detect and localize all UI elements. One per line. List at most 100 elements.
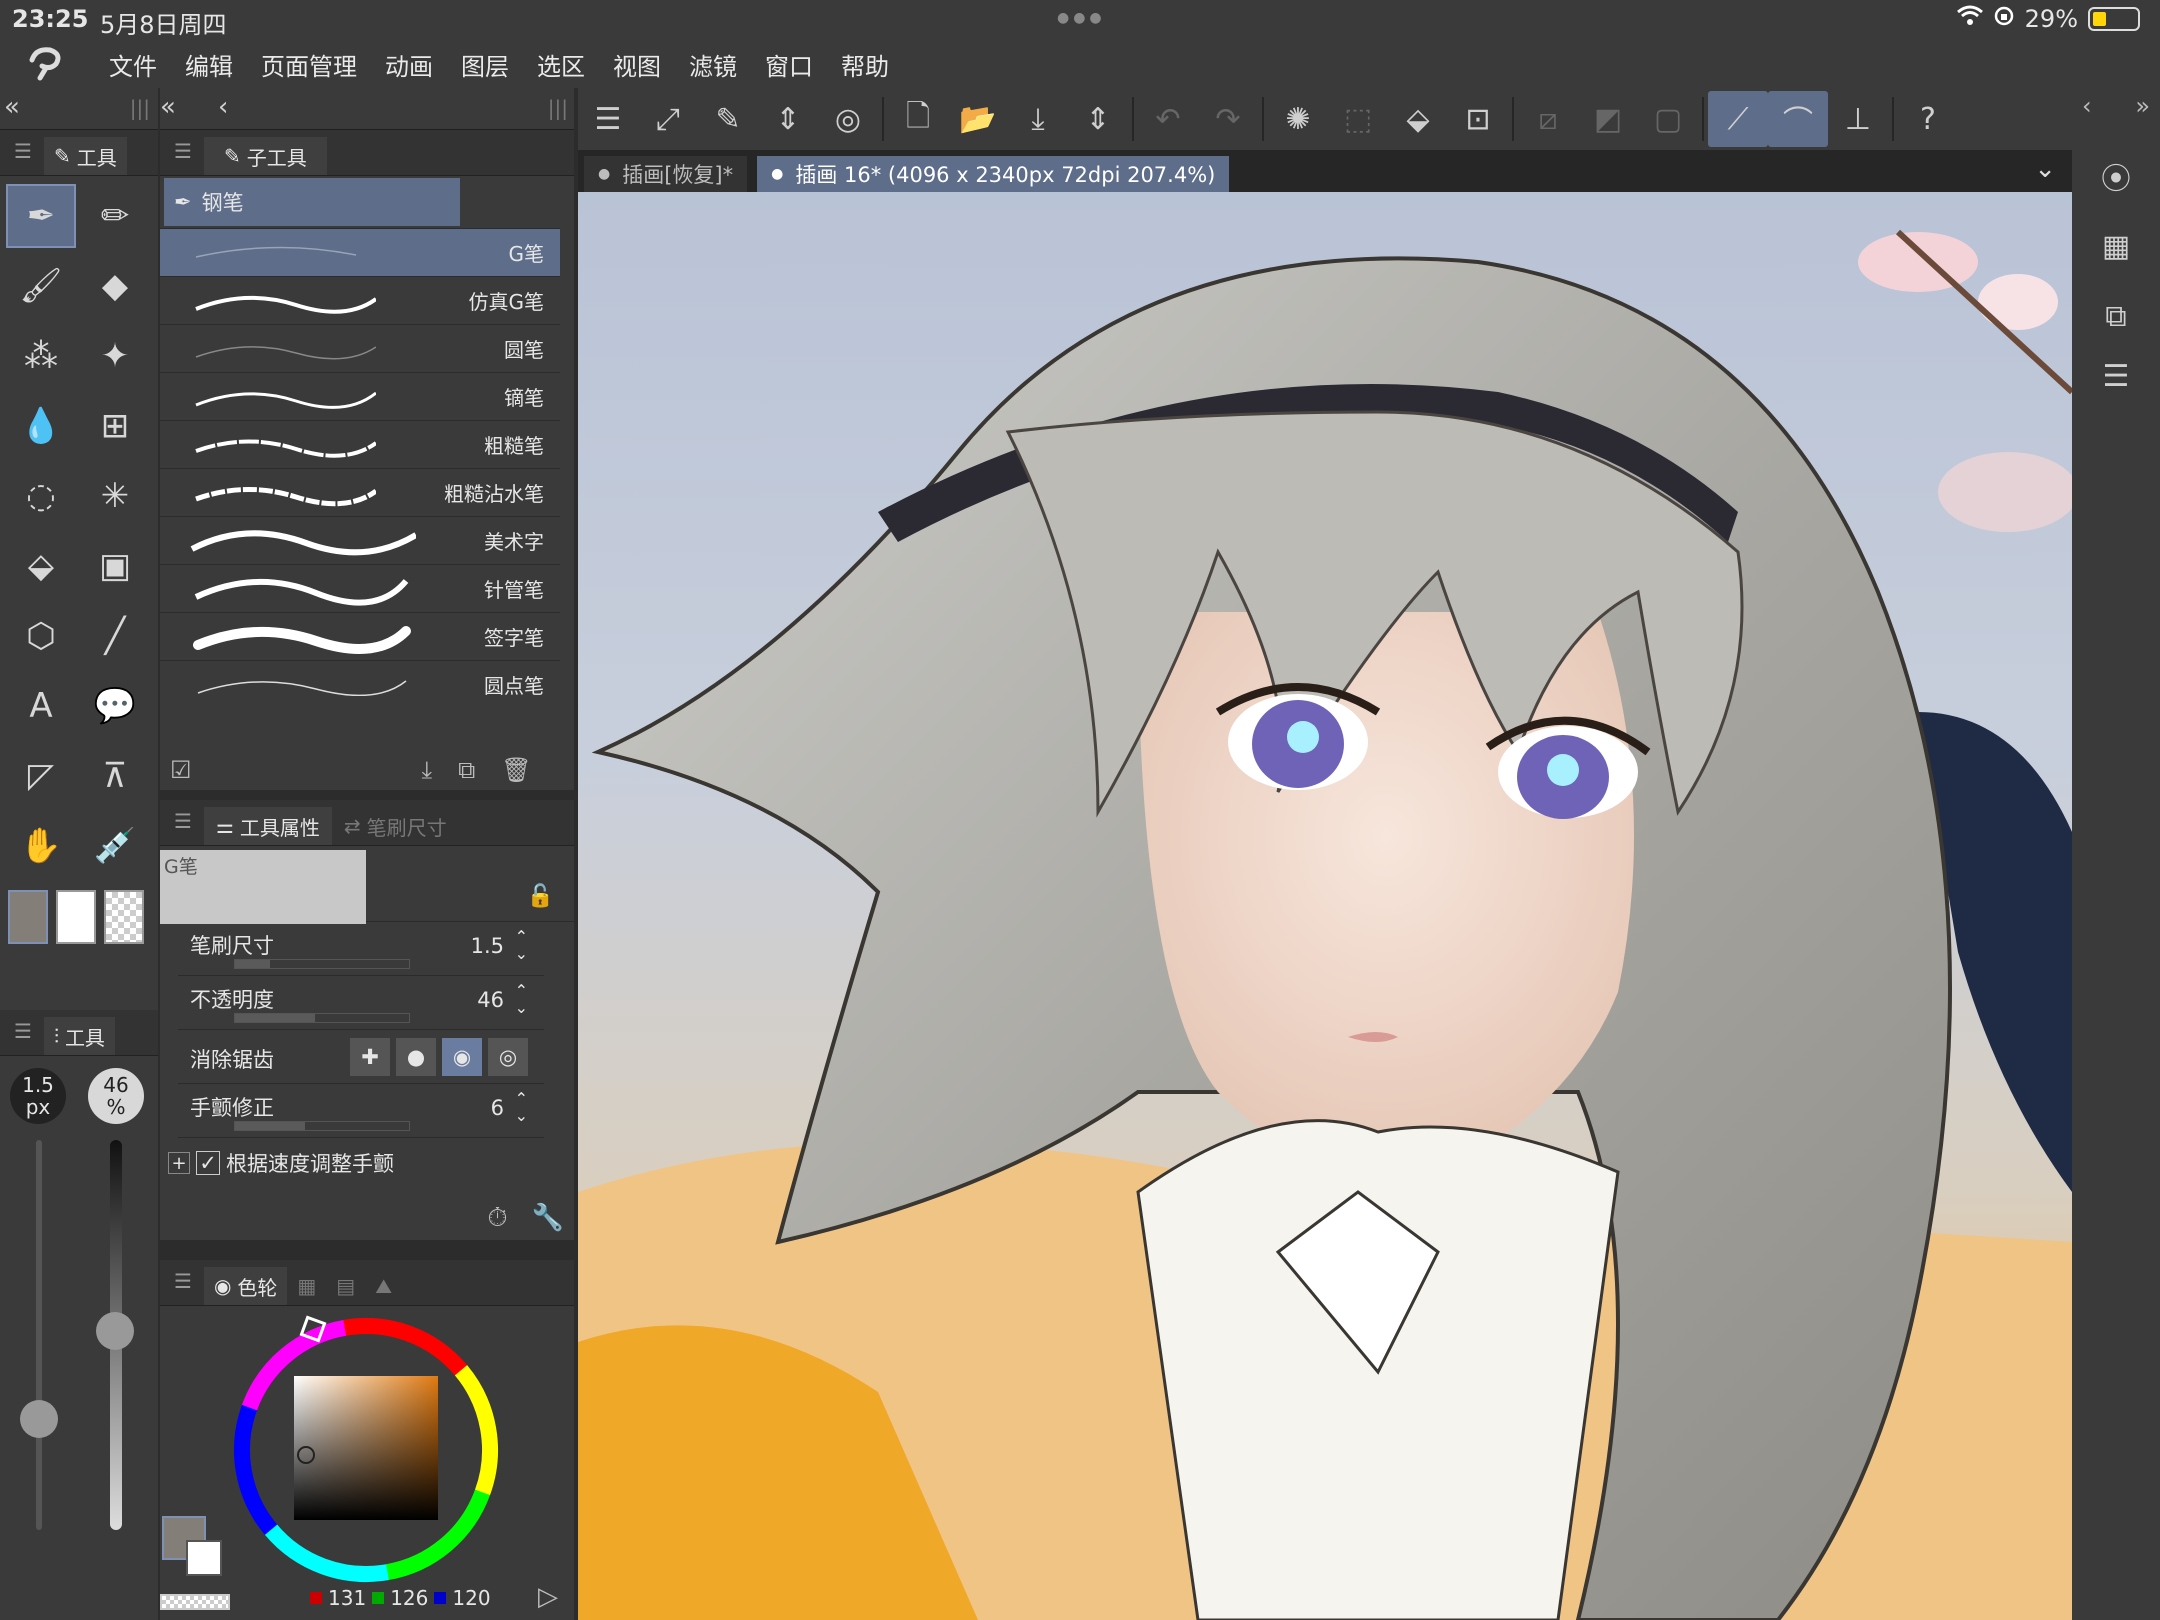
transform-icon[interactable]: ⊡ [1448,91,1508,147]
tab-document-active[interactable]: ● 插画 16* (4096 x 2340px 72dpi 207.4%) [757,156,1230,192]
tool-magic-wand[interactable]: ✳ [80,464,150,528]
app-logo-icon[interactable] [26,40,81,88]
trash-icon[interactable]: 🗑 [501,756,531,784]
tool-frame[interactable]: ◸ [6,744,76,808]
transparent-color-chip[interactable] [160,1594,230,1610]
brush-item-rough-dip-pen[interactable]: 粗糙沾水笔 [160,469,560,517]
menu-file[interactable]: 文件 [109,47,157,82]
menu-view[interactable]: 视图 [613,47,661,82]
antialias-weak-option[interactable]: ● [396,1038,436,1076]
tool-lasso[interactable]: ◌ [6,464,76,528]
swap-vertical-icon[interactable]: ⇕ [1068,91,1128,147]
brush-size-row[interactable]: 笔刷尺寸 1.5 ⌃ ⌄ [178,922,544,976]
lock-icon[interactable]: 🔓 [527,884,554,909]
tool-3d[interactable]: ⊞ [80,394,150,458]
undo-icon[interactable]: ↶ [1138,91,1198,147]
menu-icon[interactable]: ☰ [174,139,192,163]
brush-item-marker[interactable]: 签字笔 [160,613,560,661]
tool-line[interactable]: ╱ [80,604,150,668]
drawing-canvas[interactable] [578,192,2072,1620]
layer-button[interactable]: ☰ [2080,346,2152,406]
antialias-none-option[interactable]: ✚ [350,1038,390,1076]
tab-document-recovered[interactable]: ● 插画[恢复]* [584,156,748,192]
snap-ruler-icon[interactable]: ⟋ [1708,91,1768,147]
tool-brush[interactable]: 🖌 [6,254,76,318]
subtool-group-pen[interactable]: ✒ 钢笔 [164,178,460,226]
brush-size-input[interactable]: 1.5 [471,934,504,958]
menu-edit[interactable]: 编辑 [185,47,233,82]
chevron-left-icon[interactable]: ‹ [218,92,228,122]
menu-icon[interactable]: ☰ [174,809,192,833]
collapse-left-icon[interactable]: « [160,92,176,122]
navigator-button[interactable]: ⦿ [2080,146,2152,206]
redo-icon[interactable]: ↷ [1198,91,1258,147]
tab-tool-mini[interactable]: ⫶ 工具 [43,1017,115,1055]
chevron-down-icon[interactable]: ⌄ [2034,154,2056,184]
speed-stabilizer-checkbox[interactable]: ✓ [196,1151,220,1175]
brush-item-mapping-pen[interactable]: 镝笔 [160,373,560,421]
antialias-strong-option[interactable]: ◎ [488,1038,528,1076]
reset-icon[interactable]: ⏱ [487,1203,507,1234]
menu-window[interactable]: 窗口 [765,47,813,82]
drag-handle-icon[interactable]: ||| [130,96,150,120]
duplicate-icon[interactable]: ⧉ [458,756,475,784]
menu-icon[interactable]: ☰ [14,139,32,163]
tab-subtool[interactable]: ✎ 子工具 [203,137,327,175]
opacity-slider-thumb[interactable] [96,1312,134,1350]
invert-selection-icon[interactable]: ◩ [1578,91,1638,147]
expand-right-icon[interactable]: » [2135,92,2150,126]
tool-pen[interactable]: ✒ [6,184,76,248]
opacity-bar[interactable] [234,1013,410,1023]
opacity-input[interactable]: 46 [477,988,504,1012]
stepper-icon[interactable]: ⌃ ⌄ [515,928,528,962]
brush-size-bar[interactable] [234,959,410,969]
multitask-dots-icon[interactable]: ●●● [1057,10,1106,26]
tool-ruler[interactable]: ⊼ [80,744,150,808]
save-icon[interactable]: ⤓ [1008,91,1068,147]
loading-icon[interactable]: ✺ [1268,91,1328,147]
brush-item-calligraphy[interactable]: 美术字 [160,517,560,565]
tab-color-history[interactable]: ▤ [326,1267,366,1305]
brush-size-slider-track[interactable] [36,1140,42,1530]
tool-text[interactable]: A [6,674,76,738]
spiral-icon[interactable]: ◎ [818,91,878,147]
brush-size-slider-thumb[interactable] [20,1400,58,1438]
show-selection-icon[interactable]: ▢ [1638,91,1698,147]
fill-icon[interactable]: ⬙ [1388,91,1448,147]
new-file-icon[interactable]: 🗋 [888,91,948,147]
tab-tool-property[interactable]: ⚌ 工具属性 [203,807,332,845]
brush-item-g-pen[interactable]: G笔 [160,229,560,277]
expand-icon[interactable]: + [168,1152,190,1174]
tool-gradient[interactable]: ▣ [80,534,150,598]
tool-hand[interactable]: ✋ [6,814,76,878]
chevron-left-icon[interactable]: ‹ [2082,92,2092,126]
import-icon[interactable]: ⤓ [422,756,433,784]
tab-color-slider[interactable]: ⛰ [365,1267,403,1305]
menu-animation[interactable]: 动画 [385,47,433,82]
collapse-left-icon[interactable]: « [4,92,20,122]
wrench-icon[interactable]: 🔧 [532,1203,564,1234]
stabilizer-input[interactable]: 6 [491,1096,504,1120]
tab-color-set[interactable]: ▦ [287,1267,327,1305]
menu-layer[interactable]: 图层 [461,47,509,82]
menu-selection[interactable]: 选区 [537,47,585,82]
tool-eraser[interactable]: ◆ [80,254,150,318]
brush-item-dot-pen[interactable]: 圆点笔 [160,661,560,696]
menu-icon[interactable]: ☰ [14,1019,32,1043]
sub-color-swatch[interactable] [56,890,96,944]
tab-tool[interactable]: ✎ 工具 [43,137,127,175]
select-all-icon[interactable]: ⬚ [1328,91,1388,147]
stabilizer-row[interactable]: 手颤修正 6 ⌃ ⌄ [178,1084,544,1138]
tool-object[interactable]: ⬡ [6,604,76,668]
brush-item-round-pen[interactable]: 圆笔 [160,325,560,373]
tab-brush-size[interactable]: ⇄ 笔刷尺寸 [331,807,459,845]
help-icon[interactable]: ? [1898,91,1958,147]
tab-color-wheel[interactable]: ◉ 色轮 [203,1267,288,1305]
menu-help[interactable]: 帮助 [841,47,889,82]
drag-handle-icon[interactable]: ||| [548,96,568,120]
transparent-color-swatch[interactable] [104,890,144,944]
tool-decoration[interactable]: ✦ [80,324,150,388]
tool-blend[interactable]: 💧 [6,394,76,458]
subtool-settings-icon[interactable]: ☑ [170,756,192,784]
layer-property-button[interactable]: ⧉ [2080,286,2152,346]
